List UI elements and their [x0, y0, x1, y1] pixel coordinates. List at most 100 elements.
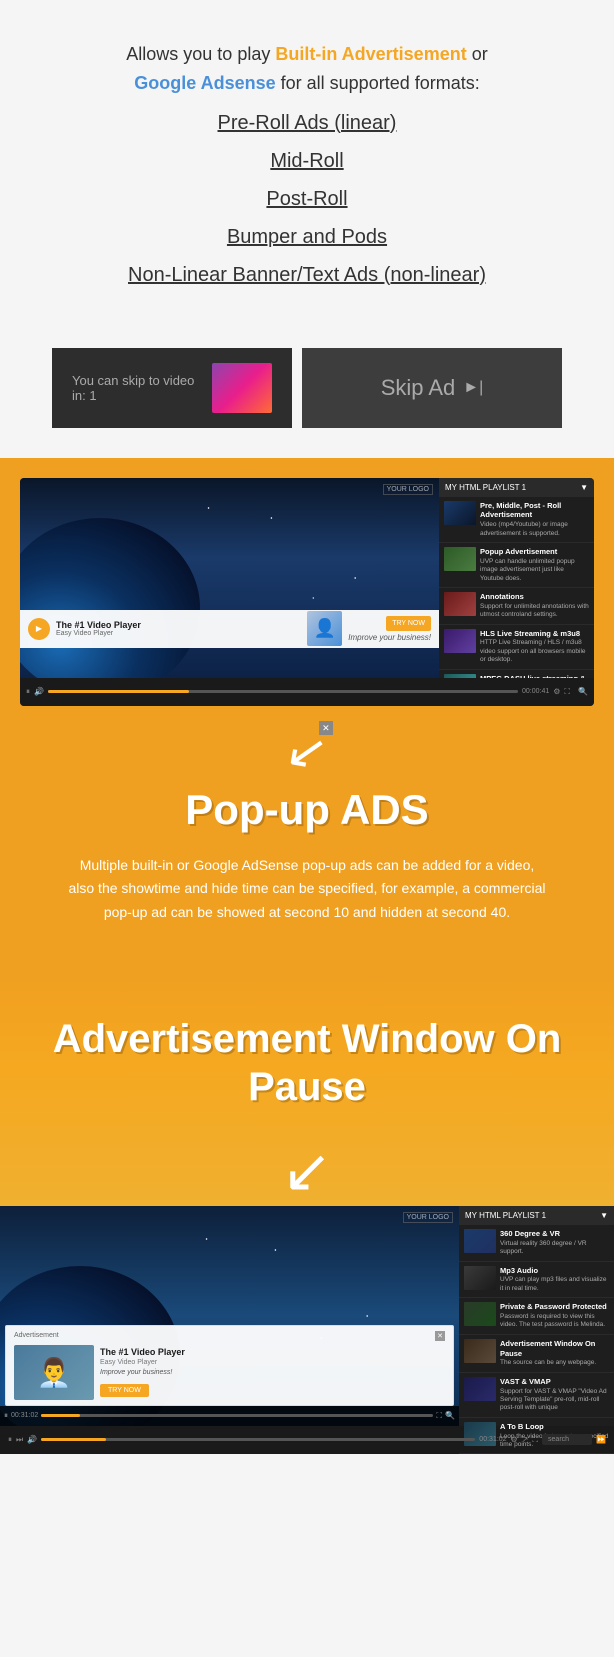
- playlist1-title-3: Annotations: [480, 592, 589, 602]
- progress2-fill: [41, 1414, 80, 1417]
- bc-next-icon[interactable]: ⏩: [596, 1435, 606, 1444]
- playlist2-item-4[interactable]: Advertisement Window On Pause The source…: [459, 1335, 614, 1373]
- playlist1-desc-1: Video (mp4/Youtube) or image advertiseme…: [480, 521, 589, 538]
- time2-display: 00:31:02: [11, 1412, 38, 1419]
- playlist1-item-2[interactable]: Popup Advertisement UVP can handle unlim…: [439, 543, 594, 588]
- search-icon-ctrl[interactable]: 🔍: [578, 687, 588, 696]
- player1-ad-banner: ▶ The #1 Video Player Easy Video Player …: [20, 610, 439, 648]
- player2-ad-title: The #1 Video Player: [100, 1347, 445, 1357]
- playlist1-item-3[interactable]: Annotations Support for unlimited annota…: [439, 588, 594, 625]
- player2-section: YOUR LOGO Advertisement ✕ 👨‍💼 The #1 Vid…: [0, 1206, 614, 1454]
- popup-ads-section: ↙ ✕ Pop-up ADS Multiple built-in or Goog…: [0, 706, 614, 975]
- bc-fullscreen-icon[interactable]: ⛶: [532, 1435, 538, 1445]
- pl2-desc-3: Password is required to view this video.…: [500, 1313, 609, 1330]
- playlist2-header: MY HTML PLAYLIST 1 ▼: [459, 1206, 614, 1225]
- playlist2-item-2[interactable]: Mp3 Audio UVP can play mp3 files and vis…: [459, 1262, 614, 1299]
- playlist1-info-1: Pre, Middle, Post - Roll Advertisement V…: [480, 501, 589, 538]
- pl2-thumb-5: [464, 1377, 496, 1401]
- playlist2-item-1[interactable]: 360 Degree & VR Virtual reality 360 degr…: [459, 1225, 614, 1262]
- playlist1-item-1[interactable]: Pre, Middle, Post - Roll Advertisement V…: [439, 497, 594, 543]
- thumb-inner: [212, 363, 272, 413]
- time-display: 00:00:41: [522, 688, 549, 695]
- bc-search-input[interactable]: search: [542, 1434, 592, 1445]
- player2-ad-image: 👨‍💼: [14, 1345, 94, 1400]
- close-icon[interactable]: ✕: [319, 721, 333, 735]
- bc-play-icon[interactable]: ⏸: [8, 1435, 12, 1445]
- playlist1-item-4[interactable]: HLS Live Streaming & m3u8 HTTP Live Stre…: [439, 625, 594, 670]
- playlist2-arrow: ▼: [600, 1211, 608, 1220]
- built-in-label: Built-in Advertisement: [275, 44, 466, 64]
- adwindow-title: Advertisement Window On Pause: [30, 1015, 584, 1111]
- list-item: Bumper and Pods: [50, 222, 564, 252]
- playlist1-title-4: HLS Live Streaming & m3u8: [480, 629, 589, 639]
- fullscreen2-icon[interactable]: ⛶: [436, 1411, 442, 1421]
- player2-ad-cta[interactable]: TRY NOW: [100, 1384, 149, 1397]
- list-item: Mid-Roll: [50, 146, 564, 176]
- skip-ad-button[interactable]: Skip Ad ►|: [302, 348, 562, 428]
- playlist1-info-3: Annotations Support for unlimited annota…: [480, 592, 589, 620]
- progress-bar[interactable]: [48, 690, 518, 693]
- player2-container: YOUR LOGO Advertisement ✕ 👨‍💼 The #1 Vid…: [0, 1206, 614, 1426]
- list-item: Pre-Roll Ads (linear): [50, 108, 564, 138]
- playlist1-thumb-2: [444, 547, 476, 571]
- ad-close-button[interactable]: ✕: [435, 1331, 445, 1341]
- bc-skip-icon[interactable]: ⏭: [16, 1435, 23, 1445]
- ad-cta-button[interactable]: TRY NOW: [386, 616, 431, 631]
- pl2-desc-4: The source can be any webpage.: [500, 1359, 609, 1367]
- playlist2-title: MY HTML PLAYLIST 1: [465, 1211, 546, 1220]
- progress2-bar[interactable]: [41, 1414, 433, 1417]
- player2-ad-label: Advertisement ✕: [14, 1331, 445, 1341]
- pl2-title-3: Private & Password Protected: [500, 1302, 609, 1312]
- ad-text-area: The #1 Video Player Easy Video Player: [56, 620, 301, 637]
- ad-play-button[interactable]: ▶: [28, 618, 50, 640]
- ad-sub: Easy Video Player: [56, 630, 301, 637]
- pl2-info-5: VAST & VMAP Support for VAST & VMAP "Vid…: [500, 1377, 609, 1413]
- intro-text-formats: for all supported formats:: [276, 73, 480, 93]
- pl2-desc-1: Virtual reality 360 degree / VR support.: [500, 1240, 609, 1257]
- playlist2-item-5[interactable]: VAST & VMAP Support for VAST & VMAP "Vid…: [459, 1373, 614, 1418]
- ad-formats-list: Pre-Roll Ads (linear) Mid-Roll Post-Roll…: [50, 108, 564, 290]
- playlist1-arrow: ▼: [580, 483, 588, 492]
- bc-settings-icon[interactable]: ⚙: [511, 1435, 518, 1444]
- volume-icon[interactable]: 🔊: [34, 687, 44, 696]
- settings-icon[interactable]: ⚙: [553, 687, 560, 696]
- pl2-desc-5: Support for VAST & VMAP "Video Ad Servin…: [500, 1388, 609, 1413]
- player2-logo: YOUR LOGO: [403, 1212, 453, 1223]
- ad-tagline: Improve your business!: [348, 633, 431, 642]
- player1-video: YOUR LOGO ▶ The #1 Video Player Easy Vid…: [20, 478, 439, 678]
- pl2-thumb-3: [464, 1302, 496, 1326]
- skip-countdown-box: You can skip to video in: 1: [52, 348, 292, 428]
- popup-ads-title: Pop-up ADS: [30, 786, 584, 834]
- intro-text-before: Allows you to play: [126, 44, 275, 64]
- playlist2-item-3[interactable]: Private & Password Protected Password is…: [459, 1298, 614, 1335]
- play-icon[interactable]: ⏸: [26, 687, 30, 697]
- playlist1-info-4: HLS Live Streaming & m3u8 HTTP Live Stre…: [480, 629, 589, 665]
- bc-progress-bar[interactable]: [41, 1438, 475, 1441]
- playlist1-item-5[interactable]: MPEG DASH live streaming & mpd MPEG DASH…: [439, 670, 594, 678]
- player1-inner: YOUR LOGO ▶ The #1 Video Player Easy Vid…: [20, 478, 594, 678]
- playlist1-title-2: Popup Advertisement: [480, 547, 589, 557]
- player2-ad-content: 👨‍💼 The #1 Video Player Easy Video Playe…: [14, 1345, 445, 1400]
- player2-ad-overlay: Advertisement ✕ 👨‍💼 The #1 Video Player …: [5, 1325, 454, 1406]
- playlist1-title-1: Pre, Middle, Post - Roll Advertisement: [480, 501, 589, 521]
- ad-title: The #1 Video Player: [56, 620, 301, 630]
- ad-thumbnail: [212, 363, 272, 413]
- playlist1-thumb-5: [444, 674, 476, 678]
- adwindow-section: Advertisement Window On Pause ↙: [0, 975, 614, 1206]
- play2-icon[interactable]: ⏸: [4, 1411, 8, 1421]
- pl2-title-4: Advertisement Window On Pause: [500, 1339, 609, 1359]
- bc-share-icon[interactable]: ↗: [522, 1435, 529, 1444]
- player2-ad-sub: Easy Video Player: [100, 1359, 445, 1366]
- progress-fill: [48, 690, 189, 693]
- list-item: Post-Roll: [50, 184, 564, 214]
- skip-arrow-icon: ►|: [463, 379, 483, 397]
- fullscreen-icon[interactable]: ⛶: [564, 687, 570, 697]
- pl2-desc-2: UVP can play mp3 files and visualize it …: [500, 1276, 609, 1293]
- search2-icon[interactable]: 🔍: [445, 1411, 455, 1420]
- player1-section: YOUR LOGO ▶ The #1 Video Player Easy Vid…: [0, 458, 614, 706]
- player2-video: YOUR LOGO Advertisement ✕ 👨‍💼 The #1 Vid…: [0, 1206, 459, 1426]
- playlist1-thumb-4: [444, 629, 476, 653]
- player1-container: YOUR LOGO ▶ The #1 Video Player Easy Vid…: [20, 478, 594, 706]
- pl2-info-4: Advertisement Window On Pause The source…: [500, 1339, 609, 1368]
- bc-vol-icon[interactable]: 🔊: [27, 1435, 37, 1444]
